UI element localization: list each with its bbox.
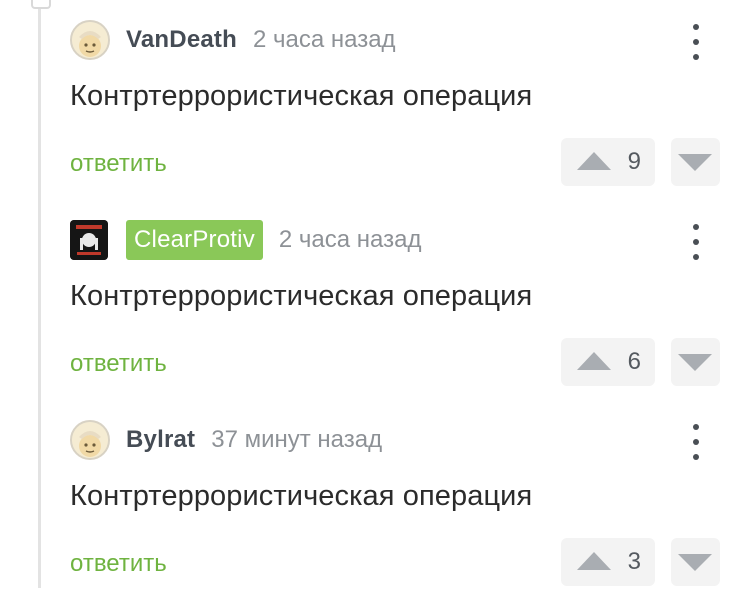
downvote-arrow-icon: [678, 554, 712, 571]
vote-count: 3: [627, 548, 641, 575]
vote-count: 6: [627, 348, 641, 375]
downvote-arrow-icon: [678, 154, 712, 171]
upvote-button[interactable]: 9: [561, 138, 655, 186]
comment: VanDeath 2 часа назад Контртеррористичес…: [0, 0, 750, 200]
comment-time: 37 минут назад: [211, 426, 383, 453]
comment: ClearProtiv 2 часа назад Контртеррористи…: [0, 200, 750, 400]
avatar[interactable]: [70, 420, 110, 460]
reply-link[interactable]: ответить: [70, 550, 167, 578]
comment-text: Контртеррористическая операция: [70, 80, 533, 112]
comment-time: 2 часа назад: [278, 226, 422, 253]
author-name[interactable]: Bylrat: [126, 426, 195, 454]
upvote-arrow-icon: [577, 152, 611, 170]
upvote-button[interactable]: 6: [561, 338, 655, 386]
default-avatar-icon: [72, 22, 108, 58]
vote-count: 9: [627, 148, 641, 175]
comment-header: ClearProtiv 2 часа назад: [70, 218, 421, 262]
comment-header: Bylrat 37 минут назад: [70, 418, 382, 462]
default-avatar-icon: [72, 422, 108, 458]
reply-link[interactable]: ответить: [70, 350, 167, 378]
author-name[interactable]: ClearProtiv: [126, 220, 263, 260]
downvote-button[interactable]: [671, 538, 720, 586]
more-vertical-icon[interactable]: [686, 24, 706, 60]
reply-link[interactable]: ответить: [70, 150, 167, 178]
comment-text: Контртеррористическая операция: [70, 280, 533, 312]
upvote-arrow-icon: [577, 552, 611, 570]
downvote-arrow-icon: [678, 354, 712, 371]
more-vertical-icon[interactable]: [686, 424, 706, 460]
downvote-button[interactable]: [671, 338, 720, 386]
author-name[interactable]: VanDeath: [126, 26, 237, 54]
more-vertical-icon[interactable]: [686, 224, 706, 260]
downvote-button[interactable]: [671, 138, 720, 186]
avatar[interactable]: [70, 220, 108, 260]
comment: Bylrat 37 минут назад Контртеррористичес…: [0, 400, 750, 600]
upvote-arrow-icon: [577, 352, 611, 370]
avatar[interactable]: [70, 20, 110, 60]
upvote-button[interactable]: 3: [561, 538, 655, 586]
comment-time: 2 часа назад: [252, 26, 396, 53]
custom-avatar-icon: [70, 220, 108, 260]
comment-header: VanDeath 2 часа назад: [70, 18, 396, 62]
comment-text: Контртеррористическая операция: [70, 480, 533, 512]
